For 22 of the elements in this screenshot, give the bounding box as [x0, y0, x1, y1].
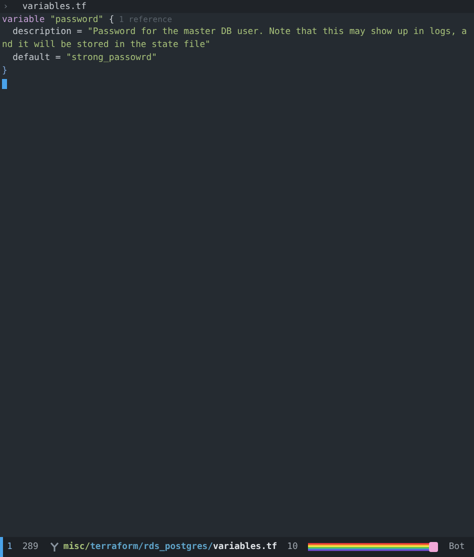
path-text: misc/ — [63, 542, 90, 552]
path-text: variables.tf — [213, 542, 278, 552]
file-tab[interactable]: variables.tf — [22, 2, 86, 12]
code-token: nd it will be stored in the state file" — [2, 40, 210, 50]
scroll-position: Bot — [448, 542, 465, 552]
line-count: 289 — [22, 542, 40, 552]
code-token: variable — [2, 15, 46, 25]
text-cursor — [2, 79, 7, 89]
code-token: "strong_passowrd" — [66, 53, 157, 63]
path-text: rds_postgres/ — [144, 542, 213, 552]
chevron-icon: › — [0, 2, 22, 12]
reference-hint: 1 reference — [118, 15, 172, 24]
line-number: 10 — [286, 542, 299, 552]
code-token: default = — [12, 53, 62, 63]
branch-icon — [50, 542, 60, 552]
mode-indicator: 1 — [6, 542, 14, 552]
code-token: "password" — [50, 15, 104, 25]
code-token: { — [108, 15, 114, 25]
code-token: description = — [12, 27, 84, 37]
code-token: } — [2, 66, 8, 76]
code-token: "Password for the master DB user. Note that this may show up in logs, a — [88, 27, 467, 37]
path-text: terraform/ — [90, 542, 144, 552]
